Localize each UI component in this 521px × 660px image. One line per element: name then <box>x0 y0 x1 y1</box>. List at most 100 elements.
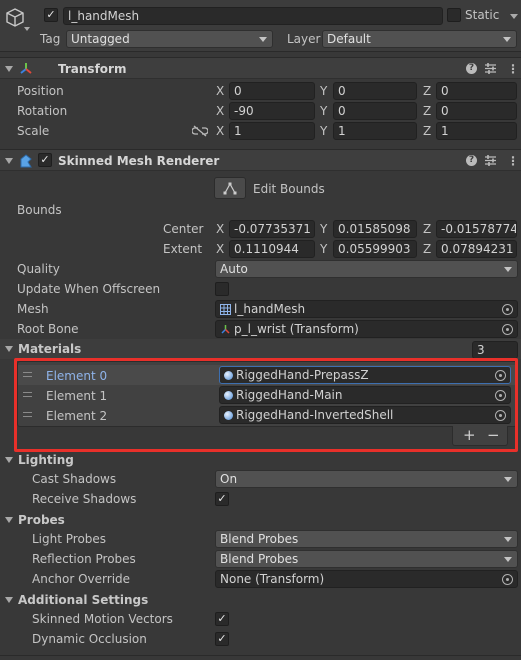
probes-title: Probes <box>18 513 65 527</box>
extent-x-field[interactable]: 0.1110944 <box>229 240 315 258</box>
skinned-mesh-renderer-header[interactable]: ✓ Skinned Mesh Renderer ? ⋮ <box>0 149 521 171</box>
reflection-probes-dropdown[interactable]: Blend Probes <box>215 550 518 568</box>
mesh-object-field[interactable]: l_handMesh <box>215 300 518 318</box>
center-row: Center X -0.07735371 Y 0.01585098 Z -0.0… <box>0 219 521 239</box>
extent-row: Extent X 0.1110944 Y 0.05599903 Z 0.0789… <box>0 239 521 259</box>
transform-title: Transform <box>58 62 127 76</box>
reflection-probes-value: Blend Probes <box>220 552 299 566</box>
help-icon[interactable]: ? <box>466 155 477 166</box>
skinned-mesh-renderer-icon <box>20 154 32 168</box>
position-x-axis: X <box>216 84 225 98</box>
dynamic-occlusion-checkbox[interactable]: ✓ <box>215 632 229 646</box>
scale-row: Scale X 1 Y 1 Z 1 <box>0 121 521 141</box>
edit-bounds-button[interactable] <box>214 177 246 199</box>
receive-shadows-checkbox[interactable]: ✓ <box>215 492 229 506</box>
skinned-motion-vectors-checkbox[interactable]: ✓ <box>215 612 229 626</box>
extent-y-field[interactable]: 0.05599903 <box>333 240 417 258</box>
active-checkbox[interactable]: ✓ <box>44 8 58 22</box>
rotation-y-field[interactable]: 0 <box>333 102 417 120</box>
rotation-y-axis: Y <box>320 104 328 118</box>
foldout-arrow-icon[interactable] <box>5 457 13 463</box>
center-z-field[interactable]: -0.01578774 <box>436 220 517 238</box>
preset-sliders-icon[interactable] <box>484 62 497 75</box>
anchor-override-label: Anchor Override <box>32 572 131 586</box>
bottom-divider <box>0 655 521 656</box>
center-y-field[interactable]: 0.01585098 <box>333 220 417 238</box>
additional-settings-header-row[interactable]: Additional Settings <box>0 590 521 610</box>
skinned-motion-vectors-label: Skinned Motion Vectors <box>32 612 173 626</box>
light-probes-dropdown[interactable]: Blend Probes <box>215 530 518 548</box>
position-label: Position <box>17 84 64 98</box>
dynamic-occlusion-row: Dynamic Occlusion ✓ <box>0 629 521 649</box>
position-y-field[interactable]: 0 <box>333 82 417 100</box>
object-picker-icon[interactable] <box>502 574 513 585</box>
rotation-x-field[interactable]: -90 <box>229 102 315 120</box>
root-bone-label: Root Bone <box>17 322 79 336</box>
materials-count-field[interactable]: 3 <box>472 341 518 359</box>
update-offscreen-checkbox[interactable] <box>215 282 229 296</box>
probes-header-row[interactable]: Probes <box>0 510 521 530</box>
position-x-field[interactable]: 0 <box>229 82 315 100</box>
rotation-z-axis: Z <box>423 104 432 118</box>
tag-value: Untagged <box>71 32 130 46</box>
dynamic-occlusion-label: Dynamic Occlusion <box>32 632 147 646</box>
foldout-arrow-icon[interactable] <box>5 597 13 603</box>
mesh-value: l_handMesh <box>234 302 306 316</box>
tag-dropdown[interactable]: Untagged <box>66 30 273 48</box>
chevron-down-icon <box>259 37 267 42</box>
position-z-field[interactable]: 0 <box>436 82 517 100</box>
anchor-override-object-field[interactable]: None (Transform) <box>215 570 518 588</box>
scale-x-axis: X <box>216 124 225 138</box>
foldout-arrow-icon[interactable] <box>5 158 13 164</box>
cast-shadows-dropdown[interactable]: On <box>215 470 518 488</box>
root-bone-value: p_l_wrist (Transform) <box>234 322 359 336</box>
extent-z-field[interactable]: 0.07894231 <box>436 240 517 258</box>
foldout-arrow-icon[interactable] <box>5 346 13 352</box>
position-z-axis: Z <box>423 84 432 98</box>
transform-axes-icon <box>221 325 230 334</box>
gameobject-icon-dropdown-arrow[interactable] <box>24 27 30 31</box>
scale-z-axis: Z <box>423 124 432 138</box>
object-picker-icon[interactable] <box>502 304 513 315</box>
foldout-arrow-icon[interactable] <box>5 517 13 523</box>
materials-title: Materials <box>18 342 82 356</box>
lighting-header-row[interactable]: Lighting <box>0 450 521 470</box>
component-menu-icon[interactable]: ⋮ <box>507 62 519 76</box>
static-checkbox[interactable] <box>447 8 461 22</box>
center-x-field[interactable]: -0.07735371 <box>229 220 315 238</box>
rotation-row: Rotation X -90 Y 0 Z 0 <box>0 101 521 121</box>
preset-sliders-icon[interactable] <box>484 154 497 167</box>
object-picker-icon[interactable] <box>502 324 513 335</box>
center-x-axis: X <box>216 222 225 236</box>
chevron-down-icon <box>504 537 512 542</box>
cast-shadows-value: On <box>220 472 238 486</box>
rotation-label: Rotation <box>17 104 68 118</box>
scale-x-field[interactable]: 1 <box>229 122 315 140</box>
help-icon[interactable]: ? <box>466 63 477 74</box>
object-name-field[interactable]: l_handMesh <box>63 7 443 25</box>
skinned-motion-vectors-row: Skinned Motion Vectors ✓ <box>0 609 521 629</box>
static-label: Static <box>465 8 500 22</box>
rotation-z-field[interactable]: 0 <box>436 102 517 120</box>
quality-dropdown[interactable]: Auto <box>215 260 518 278</box>
transform-header[interactable]: Transform ? ⋮ <box>0 57 521 79</box>
unlinked-scale-icon[interactable] <box>192 125 208 137</box>
light-probes-label: Light Probes <box>32 532 107 546</box>
reflection-probes-row: Reflection Probes Blend Probes <box>0 549 521 569</box>
foldout-arrow-icon[interactable] <box>5 66 13 72</box>
component-menu-icon[interactable]: ⋮ <box>507 154 519 168</box>
layer-dropdown[interactable]: Default <box>322 30 517 48</box>
edit-bounds-label: Edit Bounds <box>253 182 325 196</box>
light-probes-row: Light Probes Blend Probes <box>0 529 521 549</box>
quality-label: Quality <box>17 262 60 276</box>
static-dropdown-arrow[interactable] <box>510 14 518 19</box>
cast-shadows-label: Cast Shadows <box>32 472 117 486</box>
materials-header-row[interactable]: Materials 3 <box>0 339 521 359</box>
scale-y-field[interactable]: 1 <box>333 122 417 140</box>
highlight-box <box>14 358 518 452</box>
receive-shadows-label: Receive Shadows <box>32 492 137 506</box>
renderer-enabled-checkbox[interactable]: ✓ <box>38 153 52 167</box>
root-bone-object-field[interactable]: p_l_wrist (Transform) <box>215 320 518 338</box>
renderer-title: Skinned Mesh Renderer <box>58 154 220 168</box>
scale-z-field[interactable]: 1 <box>436 122 517 140</box>
